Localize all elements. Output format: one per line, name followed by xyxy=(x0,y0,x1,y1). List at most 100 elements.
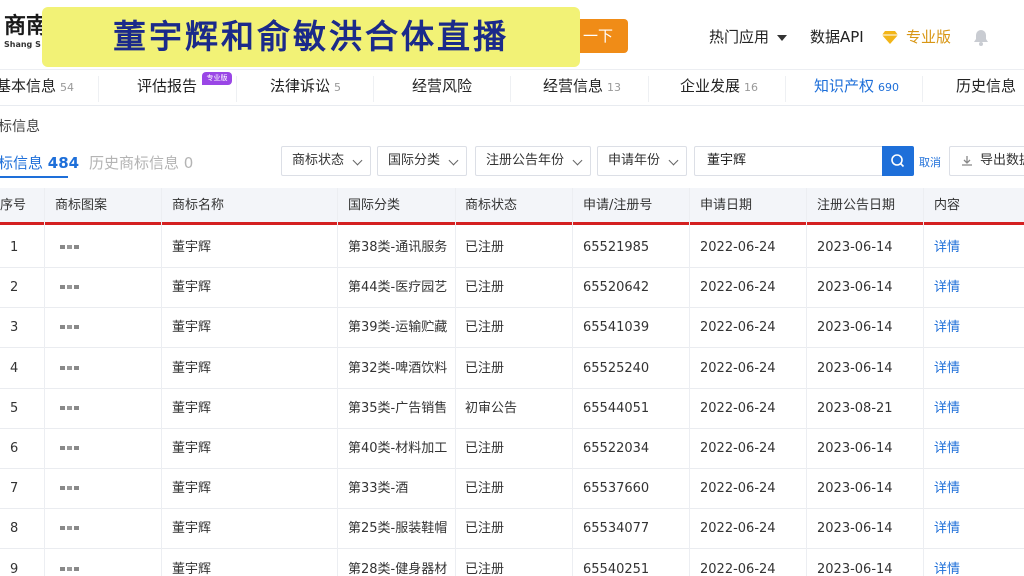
data-api-link[interactable]: 数据API xyxy=(810,26,864,48)
cell-trademark-name: 董宇辉 xyxy=(172,320,212,336)
chevron-down-icon xyxy=(572,155,583,166)
subtab-count: 0 xyxy=(183,154,194,172)
detail-link[interactable]: 详情 xyxy=(934,469,960,509)
tab-enterprise-development[interactable]: 企业发展 16 xyxy=(680,70,758,106)
table-row: 7 董宇辉 第33类-酒 已注册 65537660 2022-06-24 2023-06-1… xyxy=(0,469,1024,510)
trademark-image[interactable] xyxy=(60,485,82,491)
cell-status: 初审公告 xyxy=(465,400,518,416)
cell-index: 5 xyxy=(10,400,19,416)
detail-link[interactable]: 详情 xyxy=(934,308,960,348)
status-filter[interactable]: 商标状态 xyxy=(281,146,371,176)
search-icon xyxy=(891,154,905,168)
tab-count: 690 xyxy=(878,81,900,94)
tab-basic-info[interactable]: 基本信息 54 xyxy=(0,70,74,106)
col-header-pub-date: 注册公告日期 xyxy=(817,198,896,213)
filter-label: 商标状态 xyxy=(292,153,345,168)
cell-trademark-name: 董宇辉 xyxy=(172,481,212,497)
detail-link[interactable]: 详情 xyxy=(934,509,960,549)
cell-intl-class: 第33类-酒 xyxy=(348,481,409,497)
tab-count: 54 xyxy=(60,81,75,94)
tab-evaluation-report[interactable]: 评估报告 xyxy=(137,70,197,106)
tab-label: 经营风险 xyxy=(412,77,473,95)
bell-icon[interactable] xyxy=(972,28,990,46)
detail-link[interactable]: 详情 xyxy=(934,429,960,469)
cell-apply-date: 2022-06-24 xyxy=(700,280,776,296)
detail-link[interactable]: 详情 xyxy=(934,268,960,308)
cell-status: 已注册 xyxy=(465,521,505,537)
detail-link[interactable]: 详情 xyxy=(934,228,960,268)
tab-intellectual-property[interactable]: 知识产权 690 xyxy=(814,70,899,106)
cell-pub-date: 2023-06-14 xyxy=(817,441,893,456)
cell-intl-class: 第40类-材料加工 xyxy=(348,441,448,456)
detail-link[interactable]: 详情 xyxy=(934,389,960,429)
tab-divider xyxy=(785,76,786,102)
tab-divider xyxy=(922,76,923,102)
tab-operation-risk[interactable]: 经营风险 xyxy=(412,70,472,106)
cell-status: 已注册 xyxy=(465,561,505,576)
cell-index: 9 xyxy=(10,561,19,576)
trademark-image[interactable] xyxy=(60,365,82,371)
trademark-image[interactable] xyxy=(60,405,82,411)
table-row: 6 董宇辉 第40类-材料加工 已注册 65522034 2022-06-24 2023-0… xyxy=(0,429,1024,469)
cell-reg-number: 65534077 xyxy=(583,521,650,537)
hot-apps-menu[interactable]: 热门应用 xyxy=(709,26,788,48)
trademark-image[interactable] xyxy=(60,244,82,250)
cell-apply-date: 2022-06-24 xyxy=(700,521,776,537)
cell-status: 已注册 xyxy=(465,280,505,296)
trademark-image[interactable] xyxy=(60,324,82,330)
top-header: 商南 Shang S 一下 董宇辉和俞敏洪合体直播 热门应用 数据API 专业版 xyxy=(0,0,1024,70)
cell-reg-number: 65537660 xyxy=(583,481,650,497)
apply-year-filter[interactable]: 申请年份 xyxy=(597,146,687,176)
table-row: 1 董宇辉 第38类-通讯服务 已注册 65521985 2022-06-24 2023-0… xyxy=(0,228,1024,268)
subtab-count: 484 xyxy=(47,154,80,172)
col-header-apply-date: 申请日期 xyxy=(700,198,753,213)
column-divider xyxy=(689,188,690,576)
tab-history-info[interactable]: 历史信息 xyxy=(956,70,1016,106)
trademark-image[interactable] xyxy=(60,525,82,531)
cell-status: 已注册 xyxy=(465,240,505,255)
tab-count: 5 xyxy=(334,81,342,94)
intl-class-filter[interactable]: 国际分类 xyxy=(377,146,467,176)
cell-index: 8 xyxy=(10,521,19,537)
cell-intl-class: 第35类-广告销售 xyxy=(348,400,448,416)
table-row: 3 董宇辉 第39类-运输贮藏 已注册 65541039 2022-06-24 2023-0… xyxy=(0,308,1024,349)
col-header-index: 序号 xyxy=(0,198,27,213)
reg-year-filter[interactable]: 注册公告年份 xyxy=(475,146,591,176)
chevron-down-icon xyxy=(668,155,679,166)
detail-link[interactable]: 详情 xyxy=(934,349,960,389)
pro-version-label: 专业版 xyxy=(906,28,952,46)
tab-count: 13 xyxy=(607,81,622,94)
cell-trademark-name: 董宇辉 xyxy=(172,240,212,255)
trademark-image[interactable] xyxy=(60,284,82,290)
pro-version-link[interactable]: 专业版 xyxy=(882,26,951,48)
table-row: 4 董宇辉 第32类-啤酒饮料 已注册 65525240 2022-06-24 2023-0… xyxy=(0,348,1024,389)
subtab-history-trademark[interactable]: 历史商标信息 0 xyxy=(89,152,193,173)
filter-label: 申请年份 xyxy=(608,153,661,168)
cell-index: 3 xyxy=(10,320,19,336)
table-row: 9 董宇辉 第28类-健身器材 已注册 65540251 2022-06-24 2023-0… xyxy=(0,549,1024,576)
cell-trademark-name: 董宇辉 xyxy=(172,400,212,416)
col-header-reg-no: 申请/注册号 xyxy=(583,198,653,213)
trademark-search-input[interactable]: 董宇辉 xyxy=(694,146,884,176)
cell-apply-date: 2022-06-24 xyxy=(700,320,776,336)
export-data-button[interactable]: 导出数据 xyxy=(949,146,1024,176)
tab-operation-info[interactable]: 经营信息 13 xyxy=(543,70,621,106)
column-divider xyxy=(337,188,338,576)
cell-intl-class: 第28类-健身器材 xyxy=(348,561,448,576)
tab-label: 经营信息 xyxy=(543,77,604,95)
cell-reg-number: 65522034 xyxy=(583,441,650,456)
trademark-image[interactable] xyxy=(60,445,82,451)
column-divider xyxy=(923,188,924,576)
trademark-image[interactable] xyxy=(60,566,82,572)
cancel-search-link[interactable]: 取消 xyxy=(919,154,941,170)
chevron-down-icon xyxy=(448,155,459,166)
cell-apply-date: 2022-06-24 xyxy=(700,561,776,576)
col-header-name: 商标名称 xyxy=(172,198,225,213)
filter-label: 注册公告年份 xyxy=(486,153,565,168)
tab-legal-litigation[interactable]: 法律诉讼 5 xyxy=(270,70,341,106)
search-submit-button[interactable] xyxy=(882,146,914,176)
detail-link[interactable]: 详情 xyxy=(934,550,960,576)
tab-divider xyxy=(236,76,237,102)
column-divider xyxy=(161,188,162,576)
subtab-trademark-info[interactable]: 标信息 484 xyxy=(0,152,79,173)
